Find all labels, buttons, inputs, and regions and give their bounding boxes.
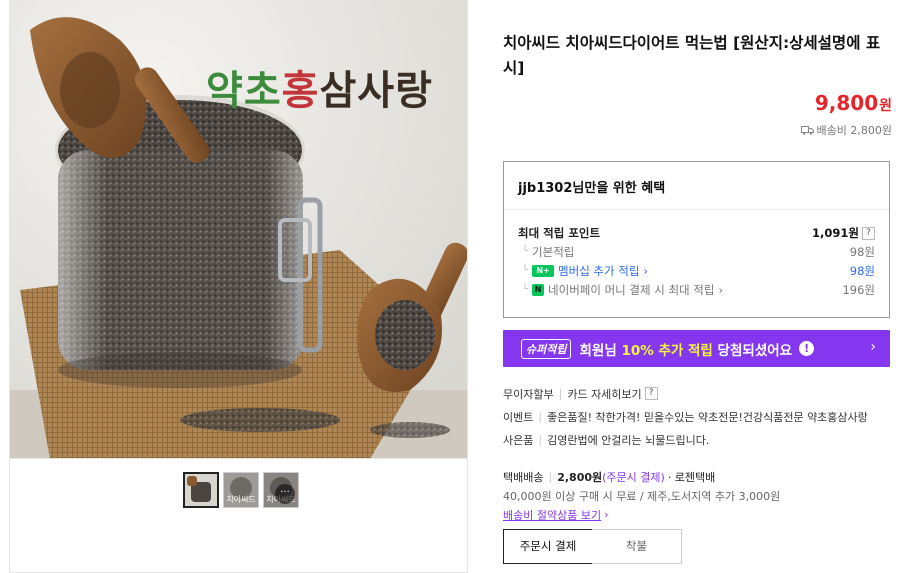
free-shipping-condition: 40,000원 이상 구매 시 무료 / 제주,도서지역 추가 3,000원: [503, 489, 781, 503]
super-points-banner[interactable]: 슈퍼적립 회원님 10% 추가 적립 당첨되셨어요 ! ›: [503, 330, 890, 367]
max-points-label: 최대 적립 포인트: [518, 225, 601, 240]
max-points-value-wrap: 1,091원?: [812, 225, 875, 241]
delivery-fee-note: (주문시 결제): [602, 470, 665, 484]
base-points-row: └ 기본적립 98원: [518, 242, 875, 261]
base-points-value: 98원: [849, 244, 875, 259]
product-gallery: 약초홍삼사랑 치아씨드 치아씨드 ···: [9, 0, 468, 573]
max-points-row: 최대 적립 포인트 1,091원?: [518, 223, 875, 242]
chevron-right-icon: ›: [643, 263, 649, 278]
main-product-image[interactable]: 약초홍삼사랑: [10, 0, 467, 459]
installment-label: 무이자할부: [503, 387, 554, 401]
max-points-value: 1,091원: [812, 225, 859, 240]
brand-char: 초: [243, 67, 282, 114]
truck-icon: [800, 125, 814, 135]
thumbnail-strip: 치아씨드 치아씨드 ···: [183, 472, 299, 508]
member-benefit-box: jjb1302님만을 위한 혜택 최대 적립 포인트 1,091원? └ 기본적립…: [503, 161, 890, 318]
divider: |: [538, 433, 543, 446]
msg-pre: 회원님: [579, 342, 622, 359]
event-text: 좋은품질! 착한가격! 믿을수있는 약초전문!건강식품전문 약초홍삼사랑: [547, 410, 868, 424]
gift-text: 김영란법에 안걸리는 뇌물드립니다.: [547, 433, 710, 447]
tree-branch-icon: └: [522, 246, 529, 257]
price-unit: 원: [879, 98, 892, 114]
tree-branch-icon: └: [522, 265, 529, 276]
tree-branch-icon: └: [522, 284, 529, 295]
naver-plus-icon: N+: [532, 264, 555, 277]
thumbnail-2[interactable]: 치아씨드: [223, 472, 259, 508]
delivery-method-line: 택배배송 | 2,800원 (주문시 결제) · 로젠택배: [503, 467, 895, 486]
naver-pay-icon: N: [532, 283, 545, 296]
brand-char: 약: [206, 67, 244, 114]
brand-char: 사: [357, 67, 396, 114]
delivery-method: 택배배송: [503, 470, 544, 484]
save-shipping-line: 배송비 절약상품 보기 ›: [503, 505, 895, 524]
product-title: 치아씨드 치아씨드다이어트 먹는법 [원산지:상세설명에 표시]: [503, 34, 881, 77]
shipping-payment-options: 주문시 결제 착불: [503, 529, 682, 564]
super-points-tag: 슈퍼적립: [521, 338, 572, 359]
thumbnail-1[interactable]: [183, 472, 219, 508]
delivery-info: 택배배송 | 2,800원 (주문시 결제) · 로젠택배 40,000원 이상…: [503, 467, 895, 524]
cash-on-delivery-button[interactable]: 착불: [592, 529, 682, 564]
benefit-heading: jjb1302님만을 위한 혜택: [504, 162, 889, 210]
divider: |: [548, 470, 553, 483]
event-line: 이벤트 | 좋은품질! 착한가격! 믿을수있는 약초전문!건강식품전문 약초홍삼…: [503, 405, 895, 428]
points-help-icon[interactable]: ?: [862, 226, 875, 240]
thumbnail-label: 치아씨드: [226, 495, 256, 504]
chevron-right-icon: ›: [718, 282, 724, 297]
msg-highlight: 10% 추가 적립: [621, 342, 713, 359]
membership-points-row: └ N+ 멤버십 추가 적립 › 98원: [518, 261, 875, 280]
shipping-summary-text: 배송비 2,800원: [816, 124, 892, 137]
installment-line: 무이자할부 | 카드 자세히보기 ?: [503, 382, 895, 405]
chevron-right-icon: ›: [604, 508, 609, 521]
more-images-icon[interactable]: ···: [275, 484, 295, 504]
product-price: 9,800원: [815, 91, 892, 115]
thumbnail-3[interactable]: 치아씨드 ···: [263, 472, 299, 508]
alert-info-icon: !: [799, 341, 815, 356]
gift-label: 사은품: [503, 433, 534, 447]
brand-watermark: 약초홍삼사랑: [206, 58, 433, 116]
pay-on-order-button[interactable]: 주문시 결제: [503, 529, 593, 564]
card-detail-link[interactable]: 카드 자세히보기: [567, 386, 641, 402]
gift-line: 사은품 | 김영란법에 안걸리는 뇌물드립니다.: [503, 428, 895, 451]
membership-points-link[interactable]: 멤버십 추가 적립: [558, 263, 639, 279]
purchase-info: 무이자할부 | 카드 자세히보기 ? 이벤트 | 좋은품질! 착한가격! 믿을수…: [503, 382, 895, 451]
brand-char: 삼: [319, 67, 358, 114]
delivery-carrier: · 로젠택배: [667, 470, 716, 484]
delivery-fee: 2,800원: [557, 470, 603, 484]
price-value: 9,800: [814, 91, 879, 115]
brand-char: 랑: [395, 67, 433, 114]
divider: |: [558, 387, 563, 400]
npay-points-link[interactable]: 네이버페이 머니 결제 시 최대 적립: [548, 282, 714, 298]
save-shipping-link[interactable]: 배송비 절약상품 보기: [503, 507, 601, 523]
event-label: 이벤트: [503, 410, 534, 424]
divider: |: [538, 410, 543, 423]
brand-char: 홍: [281, 67, 320, 114]
base-points-label: 기본적립: [532, 244, 575, 259]
npay-points-value: 196원: [842, 282, 875, 297]
super-points-message: 회원님 10% 추가 적립 당첨되셨어요: [579, 339, 792, 359]
membership-points-value: 98원: [849, 263, 875, 278]
chevron-right-icon: ›: [870, 339, 876, 355]
shipping-summary: 배송비 2,800원: [800, 122, 892, 138]
card-help-icon[interactable]: ?: [644, 387, 658, 400]
npay-points-row: └ N 네이버페이 머니 결제 시 최대 적립 › 196원: [518, 280, 875, 299]
msg-post: 당첨되셨어요: [712, 342, 793, 359]
benefit-body: 최대 적립 포인트 1,091원? └ 기본적립 98원 └ N+ 멤버십 추가 적립…: [504, 210, 889, 299]
